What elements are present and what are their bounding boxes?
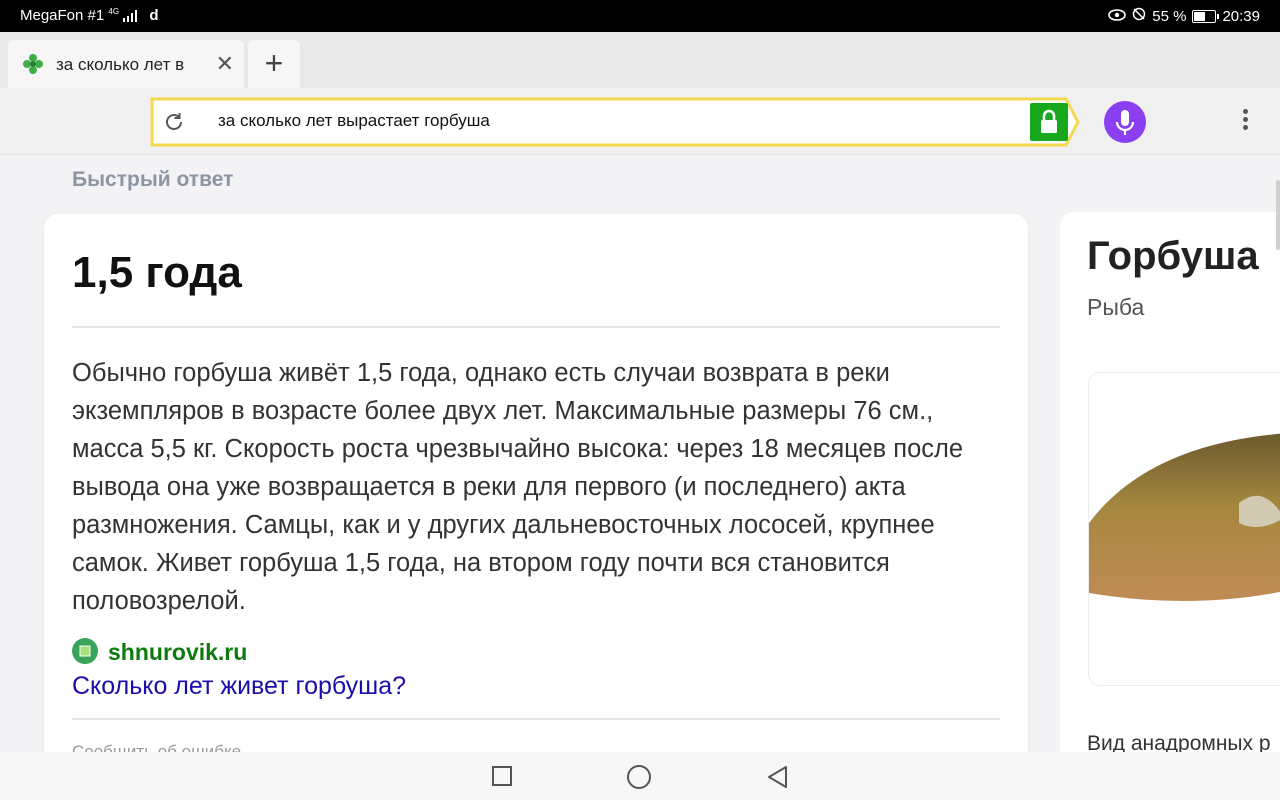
lock-icon[interactable] <box>1030 103 1068 141</box>
entity-title: Горбуша <box>1087 234 1259 278</box>
fish-illustration <box>1089 433 1280 601</box>
quick-answer-label: Быстрый ответ <box>72 168 234 191</box>
home-icon[interactable] <box>626 764 652 795</box>
alarm-off-icon <box>1132 7 1146 25</box>
reload-icon[interactable] <box>162 110 186 134</box>
close-tab-icon[interactable]: ✕ <box>216 51 234 77</box>
browser-toolbar: за сколько лет вырастает горбуша <box>0 88 1280 155</box>
divider <box>72 718 1000 720</box>
source-domain-link[interactable]: shnurovik.ru <box>108 639 247 666</box>
status-right: 55 % 20:39 <box>1108 7 1260 25</box>
voice-search-button[interactable] <box>1104 101 1146 143</box>
back-icon[interactable] <box>765 764 791 795</box>
address-bar[interactable]: за сколько лет вырастает горбуша <box>150 97 1080 147</box>
entity-subtitle: Рыба <box>1087 294 1145 320</box>
source-favicon-icon <box>72 638 98 664</box>
more-menu-icon[interactable] <box>1236 106 1254 138</box>
signal-icon <box>123 9 139 26</box>
tab-strip: за сколько лет в ✕ + <box>0 32 1280 88</box>
clock: 20:39 <box>1222 7 1260 25</box>
microphone-icon <box>1115 110 1135 135</box>
status-left: MegaFon #1 4G d <box>20 7 159 26</box>
address-text[interactable]: за сколько лет вырастает горбуша <box>218 111 490 131</box>
answer-text: Обычно горбуша живёт 1,5 года, однако ес… <box>72 359 964 615</box>
battery-percent: 55 % <box>1152 7 1187 25</box>
quick-answer-card: 1,5 года Обычно горбуша живёт 1,5 года, … <box>44 214 1028 774</box>
recent-apps-icon[interactable] <box>490 764 514 793</box>
source-title-link[interactable]: Сколько лет живет горбуша? <box>72 672 406 701</box>
status-bar: MegaFon #1 4G d 55 % 20:39 <box>0 0 1280 32</box>
new-tab-button[interactable]: + <box>248 40 300 88</box>
divider <box>72 326 1000 328</box>
scrollbar[interactable] <box>1276 180 1280 250</box>
site-favicon-icon <box>22 53 44 75</box>
network-type: 4G <box>108 7 120 16</box>
answer-heading: 1,5 года <box>72 248 242 297</box>
system-nav-bar <box>0 752 1280 800</box>
tab-title: за сколько лет в <box>56 55 185 74</box>
browser-tab[interactable]: за сколько лет в ✕ <box>8 40 244 88</box>
carrier-label: MegaFon #1 <box>20 7 105 24</box>
battery-icon <box>1192 9 1220 23</box>
notification-icon: d <box>149 7 159 24</box>
entity-card: Горбуша Рыба Вид анадромных р <box>1060 212 1280 772</box>
eye-icon <box>1108 8 1127 25</box>
fish-image[interactable] <box>1088 372 1280 686</box>
